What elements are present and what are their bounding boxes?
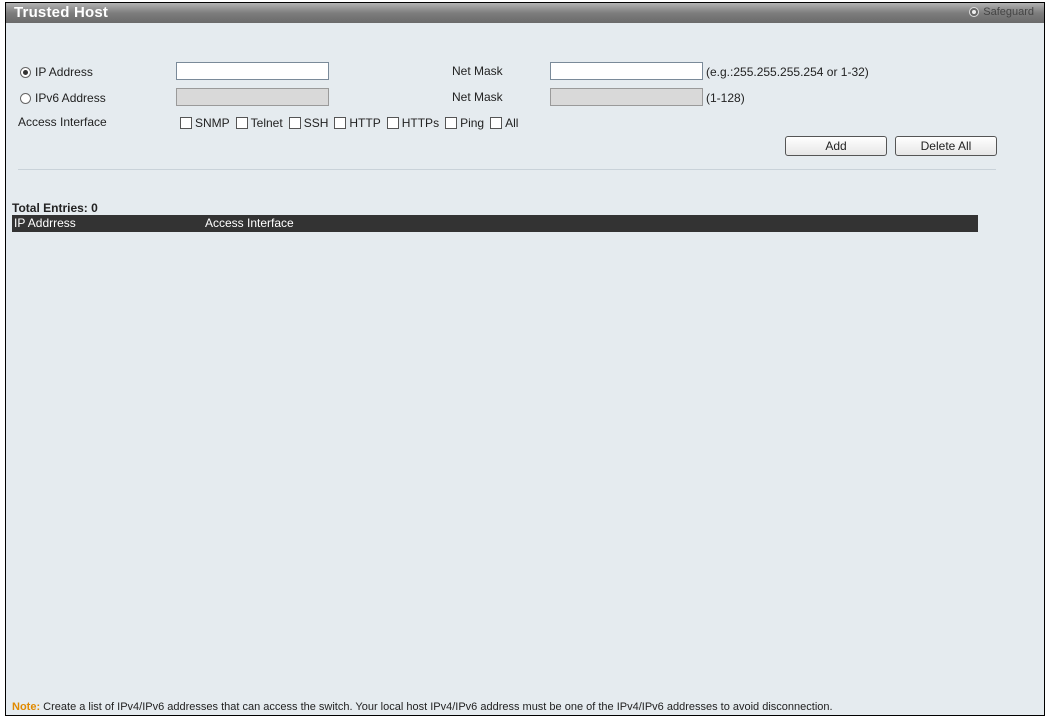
note-label: Note:	[12, 701, 41, 713]
net-mask-hint: (e.g.:255.255.255.254 or 1-32)	[706, 65, 869, 79]
net-mask-label: Net Mask	[452, 64, 503, 78]
ipv6-address-radio[interactable]	[20, 92, 31, 104]
safeguard-icon	[969, 7, 980, 17]
interface-all[interactable]: All	[490, 116, 518, 130]
table-header: IP Addrress Access Interface	[12, 215, 978, 232]
safeguard-label: Safeguard	[983, 6, 1034, 18]
https-checkbox[interactable]	[386, 117, 399, 129]
all-checkbox[interactable]	[490, 117, 503, 129]
ipv6-address-label: IPv6 Address	[35, 91, 106, 105]
title-bar: Trusted Host Safeguard	[6, 3, 1044, 23]
net-mask-v6-hint: (1-128)	[706, 91, 745, 105]
interface-ssh[interactable]: SSH	[288, 116, 328, 130]
access-interface-options: SNMP Telnet SSH HTTP HTTPs Ping All	[180, 116, 524, 130]
add-button[interactable]: Add	[785, 136, 887, 156]
ip-address-radio[interactable]	[20, 66, 31, 78]
ping-checkbox[interactable]	[445, 117, 458, 129]
snmp-checkbox[interactable]	[180, 117, 192, 129]
access-interface-label: Access Interface	[18, 115, 107, 129]
net-mask-input[interactable]	[550, 62, 703, 80]
ipv6-address-input[interactable]	[176, 88, 329, 106]
page-title: Trusted Host	[14, 4, 109, 21]
http-checkbox[interactable]	[334, 117, 347, 129]
ipv6-address-option[interactable]: IPv6 Address	[20, 91, 106, 105]
column-access-interface: Access Interface	[205, 216, 294, 230]
ip-address-input[interactable]	[176, 62, 329, 80]
total-entries: Total Entries: 0	[12, 201, 98, 215]
column-ip-address: IP Addrress	[14, 216, 76, 230]
section-divider	[18, 169, 996, 170]
interface-http[interactable]: HTTP	[334, 116, 381, 130]
delete-all-button[interactable]: Delete All	[895, 136, 997, 156]
footer-note: Note: Create a list of IPv4/IPv6 address…	[12, 701, 833, 713]
interface-ping[interactable]: Ping	[445, 116, 484, 130]
note-text: Create a list of IPv4/IPv6 addresses tha…	[43, 701, 833, 713]
ip-address-label: IP Address	[35, 65, 93, 79]
safeguard-indicator[interactable]: Safeguard	[969, 6, 1034, 18]
trusted-host-panel: Trusted Host Safeguard IP Address Net Ma…	[5, 2, 1045, 716]
interface-snmp[interactable]: SNMP	[180, 116, 230, 130]
ip-address-option[interactable]: IP Address	[20, 65, 93, 79]
interface-https[interactable]: HTTPs	[386, 116, 439, 130]
telnet-checkbox[interactable]	[235, 117, 248, 129]
ssh-checkbox[interactable]	[288, 117, 301, 129]
interface-telnet[interactable]: Telnet	[235, 116, 283, 130]
net-mask-v6-label: Net Mask	[452, 90, 503, 104]
net-mask-v6-input[interactable]	[550, 88, 703, 106]
